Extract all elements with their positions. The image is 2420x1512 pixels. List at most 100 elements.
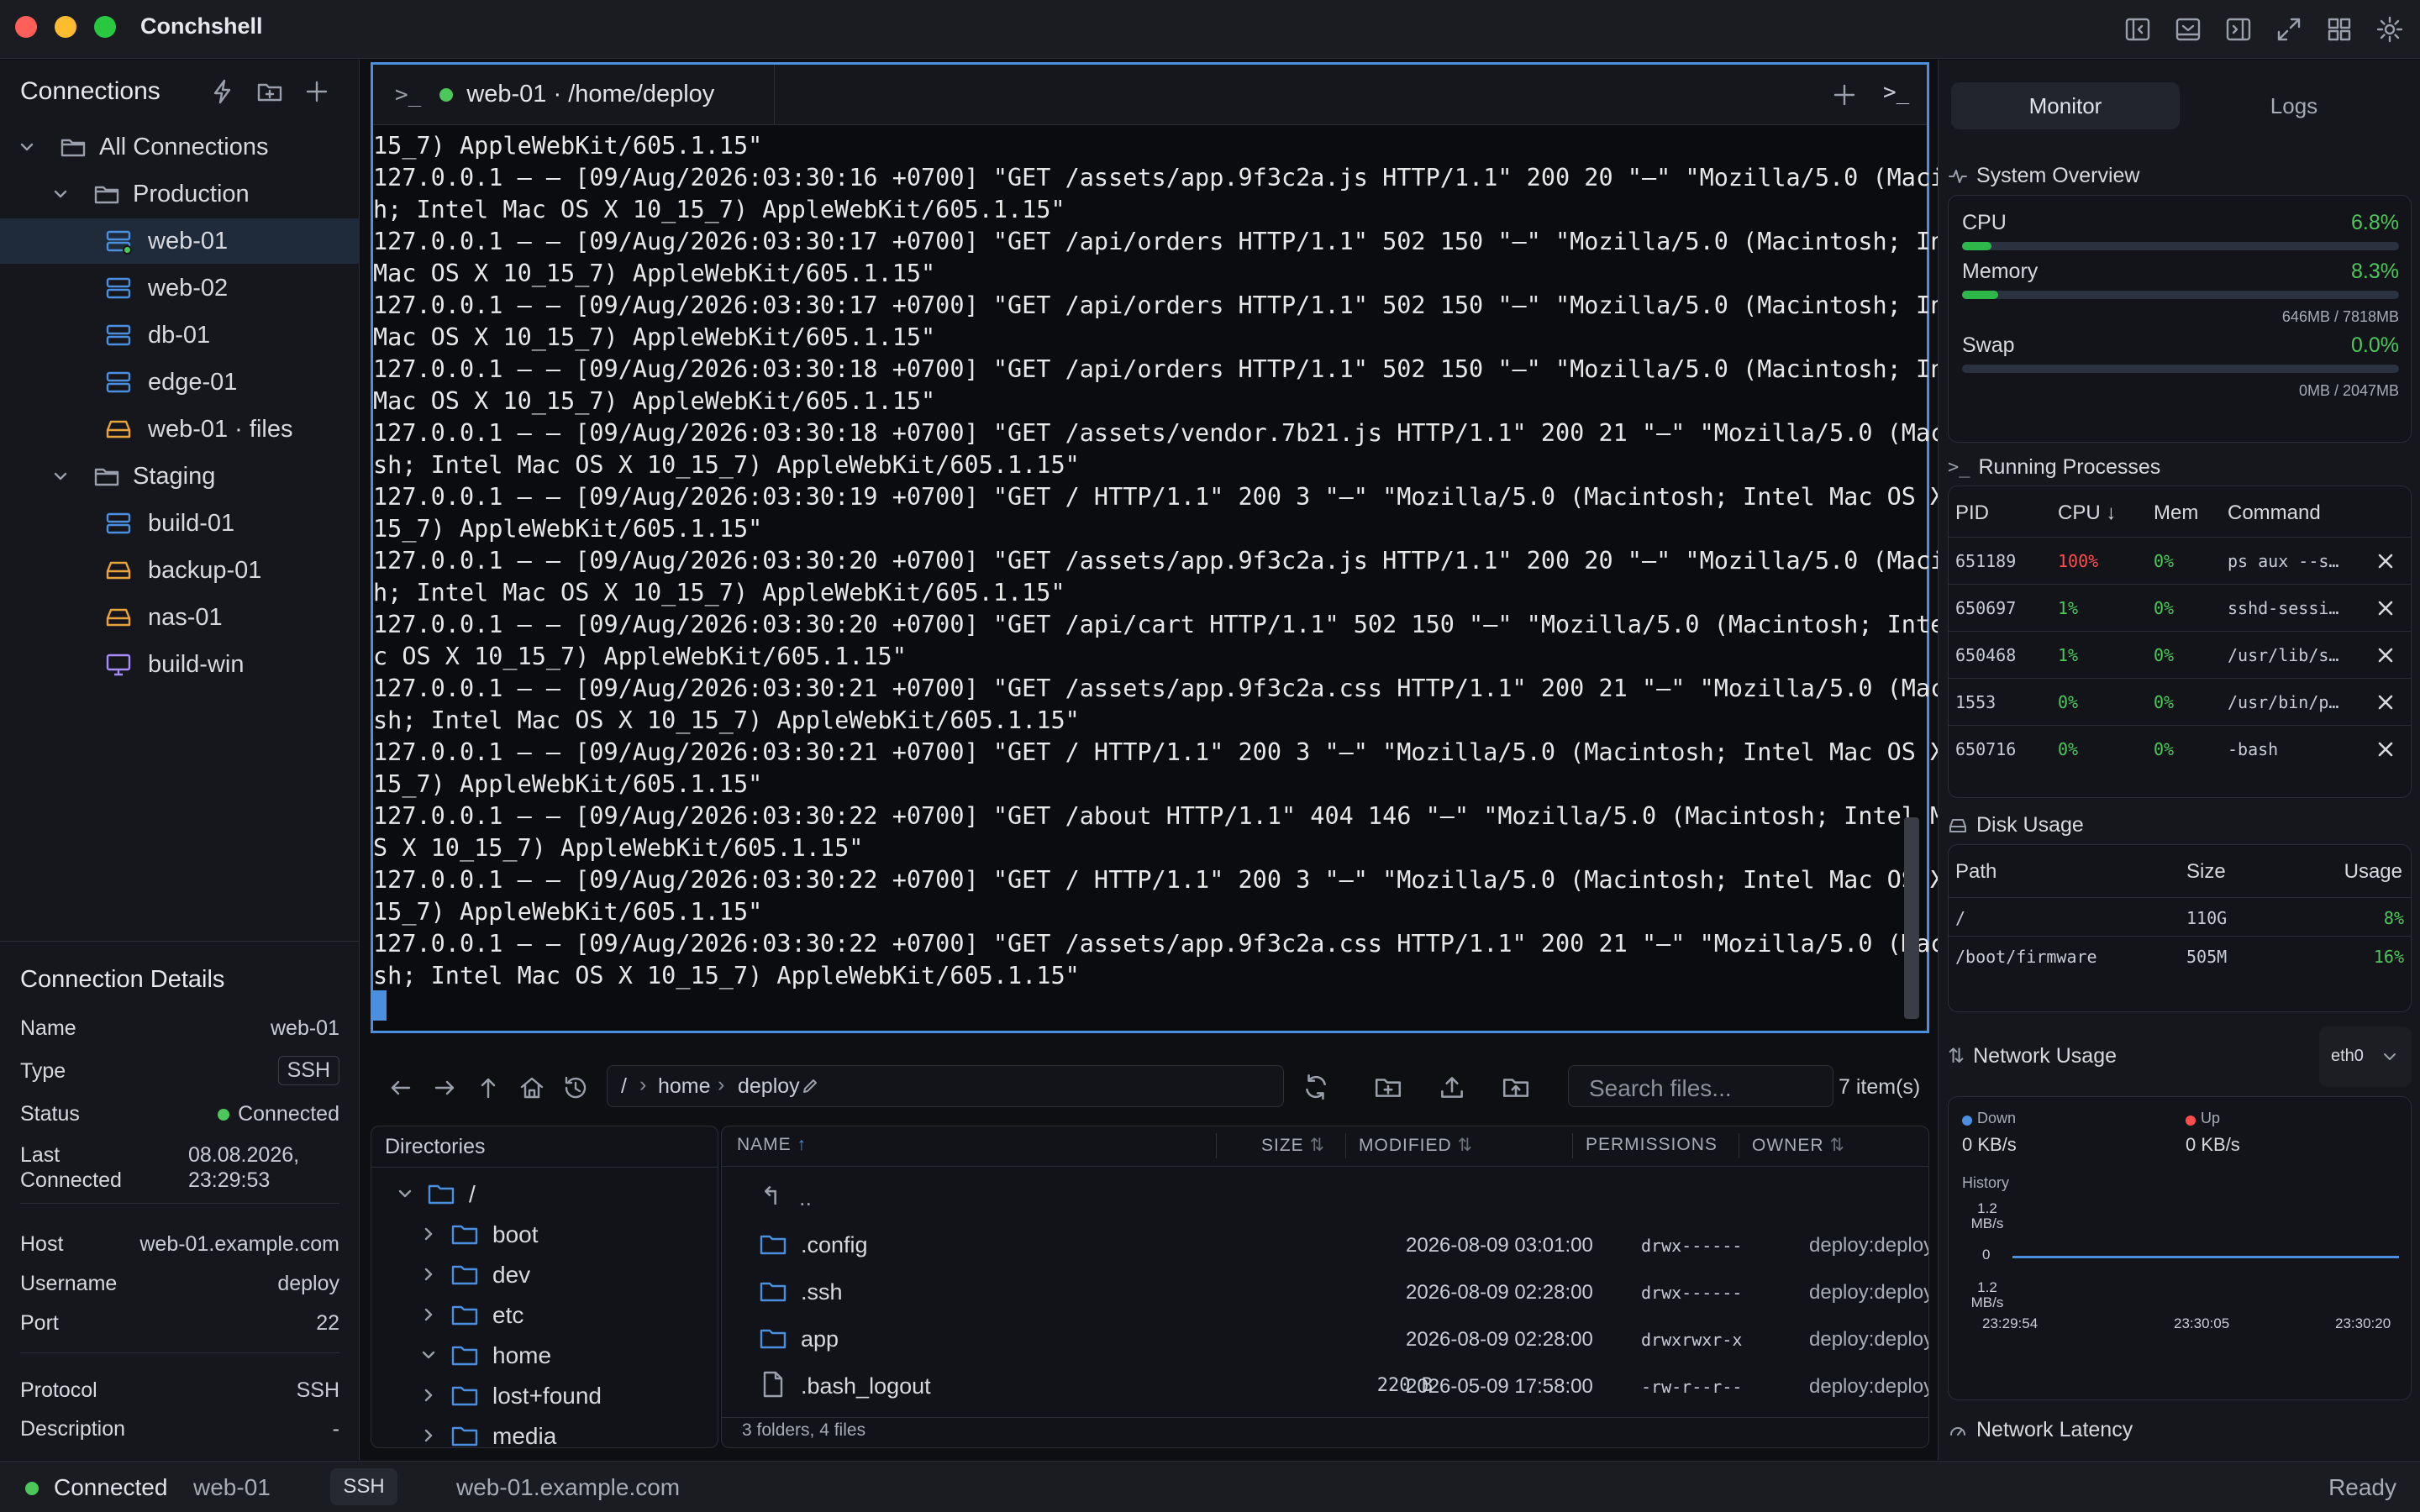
chevron-down-icon[interactable] xyxy=(52,186,69,202)
sidebar-item-web-01[interactable]: web-01 xyxy=(0,218,360,264)
name-header-label: NAME xyxy=(737,1135,792,1154)
sidebar-item-web-02[interactable]: web-02 xyxy=(0,265,360,311)
new-folder-icon[interactable] xyxy=(1373,1072,1403,1102)
upload-folder-icon[interactable] xyxy=(1501,1072,1531,1102)
kill-process-icon[interactable] xyxy=(2375,692,2396,712)
tab-monitor[interactable]: Monitor xyxy=(1951,82,2180,129)
sidebar-item-all-connections[interactable]: All Connections xyxy=(0,124,360,170)
chevron-right-icon[interactable] xyxy=(420,1427,437,1444)
file-row[interactable]: .ssh 2026-08-09 02:28:00 drwx------ deploy:… xyxy=(722,1268,1928,1315)
path-breadcrumb[interactable]: / › home › deploy xyxy=(607,1065,1284,1107)
sidebar-item-web-01-files[interactable]: web-01 · files xyxy=(0,407,360,452)
layout-grid-icon[interactable] xyxy=(2325,15,2354,44)
detail-key: Name xyxy=(20,1016,76,1040)
sidebar-item-build-win[interactable]: build-win xyxy=(0,642,360,687)
dir-item-dev[interactable]: dev xyxy=(371,1254,718,1294)
chevron-right-icon[interactable] xyxy=(420,1306,437,1323)
kill-process-icon[interactable] xyxy=(2375,598,2396,618)
forward-arrow-icon[interactable] xyxy=(430,1074,459,1102)
parent-label: .. xyxy=(799,1185,813,1210)
mem-header[interactable]: Mem xyxy=(2154,501,2198,525)
sidebar-item-staging[interactable]: Staging xyxy=(0,454,360,499)
dir-item-media[interactable]: media xyxy=(371,1415,718,1447)
breadcrumb-home[interactable]: home xyxy=(658,1074,711,1099)
chevron-down-icon[interactable] xyxy=(420,1347,437,1363)
kill-process-icon[interactable] xyxy=(2375,551,2396,571)
transfer-arrows-icon: ⇅ xyxy=(1948,1045,1965,1068)
interface-select[interactable]: eth0 xyxy=(2319,1026,2412,1087)
dir-item-lost-found[interactable]: lost+found xyxy=(371,1375,718,1415)
new-folder-icon[interactable] xyxy=(255,77,284,106)
breadcrumb-separator-icon: › xyxy=(639,1073,647,1096)
terminal-tab[interactable]: >_ web-01 · /home/deploy xyxy=(373,65,775,124)
kill-process-icon[interactable] xyxy=(2375,739,2396,759)
minimize-window-button[interactable] xyxy=(55,16,76,38)
terminal-pane[interactable]: >_ web-01 · /home/deploy >_ 15_7) AppleW… xyxy=(371,62,2002,1033)
chevron-down-icon[interactable] xyxy=(52,468,69,485)
cpu-header[interactable]: CPU ↓ xyxy=(2058,501,2116,525)
zoom-window-button[interactable] xyxy=(94,16,116,38)
down-label: Down xyxy=(1977,1110,2017,1126)
dir-item-etc[interactable]: etc xyxy=(371,1294,718,1335)
terminal-menu-icon[interactable]: >_ xyxy=(1883,80,1909,105)
dir-item-boot[interactable]: boot xyxy=(371,1214,718,1254)
file-row[interactable]: app 2026-08-09 02:28:00 drwxrwxr-x deploy:d… xyxy=(722,1315,1928,1362)
parent-directory-row[interactable]: ↰ .. xyxy=(722,1173,1928,1221)
chevron-right-icon[interactable] xyxy=(420,1226,437,1242)
command-header[interactable]: Command xyxy=(2228,501,2321,525)
chevron-right-icon[interactable] xyxy=(420,1266,437,1283)
process-row[interactable]: 650468 1% 0% /usr/lib/s… xyxy=(1949,631,2411,678)
quick-connect-icon[interactable] xyxy=(208,77,237,106)
chevron-down-icon[interactable] xyxy=(397,1185,413,1202)
fullscreen-icon[interactable] xyxy=(2275,15,2303,44)
file-row[interactable]: .bash_logout 220 B 2026-05-09 17:58:00 -rw-… xyxy=(722,1362,1928,1409)
process-row[interactable]: 650716 0% 0% -bash xyxy=(1949,725,2411,772)
terminal-scrollbar[interactable] xyxy=(1904,817,1919,1019)
chevron-down-icon[interactable] xyxy=(18,139,35,155)
dir-item-home[interactable]: home xyxy=(371,1335,718,1375)
toggle-right-panel-icon[interactable] xyxy=(2224,15,2253,44)
server-icon xyxy=(106,371,131,393)
gear-icon[interactable] xyxy=(2375,15,2404,44)
toggle-bottom-panel-icon[interactable] xyxy=(2174,15,2202,44)
breadcrumb-deploy[interactable]: deploy xyxy=(738,1074,800,1099)
process-row[interactable]: 1553 0% 0% /usr/bin/p… xyxy=(1949,678,2411,725)
sidebar-item-build-01[interactable]: build-01 xyxy=(0,501,360,546)
owner-column-header[interactable]: OWNER ⇅ xyxy=(1752,1135,1845,1156)
sidebar-item-backup-01[interactable]: backup-01 xyxy=(0,548,360,593)
sidebar-item-production[interactable]: Production xyxy=(0,171,360,217)
toggle-left-panel-icon[interactable] xyxy=(2123,15,2152,44)
pid-header[interactable]: PID xyxy=(1955,501,1989,525)
disk-usage-card: Path Size Usage / 110G 8% /boot/firmware 505… xyxy=(1948,844,2412,1012)
sidebar-item-label: Staging xyxy=(133,463,216,490)
file-row[interactable]: .config 2026-08-09 03:01:00 drwx------ depl… xyxy=(722,1221,1928,1268)
edit-path-icon[interactable] xyxy=(801,1077,819,1095)
up-arrow-icon[interactable] xyxy=(474,1074,502,1102)
process-row[interactable]: 651189 100% 0% ps aux --s… xyxy=(1949,537,2411,584)
tab-logs[interactable]: Logs xyxy=(2180,82,2408,129)
search-files-input[interactable]: Search files... xyxy=(1568,1065,1833,1107)
new-terminal-tab-icon[interactable] xyxy=(1831,81,1858,108)
add-connection-icon[interactable] xyxy=(302,77,331,106)
kill-process-icon[interactable] xyxy=(2375,645,2396,665)
terminal-output[interactable]: 15_7) AppleWebKit/605.1.15" 127.0.0.1 — —… xyxy=(373,130,2002,992)
history-icon[interactable] xyxy=(561,1074,590,1102)
modified-column-header[interactable]: MODIFIED ⇅ xyxy=(1359,1135,1473,1156)
sidebar-item-db-01[interactable]: db-01 xyxy=(0,312,360,358)
chevron-right-icon[interactable] xyxy=(420,1387,437,1404)
dir-item-root[interactable]: / xyxy=(371,1173,718,1214)
home-icon[interactable] xyxy=(518,1074,546,1102)
sidebar-item-nas-01[interactable]: nas-01 xyxy=(0,595,360,640)
upload-icon[interactable] xyxy=(1437,1072,1467,1102)
name-column-header[interactable]: NAME ↑ xyxy=(737,1135,807,1155)
process-row[interactable]: 650697 1% 0% sshd-sessi… xyxy=(1949,584,2411,631)
close-window-button[interactable] xyxy=(15,16,37,38)
column-divider xyxy=(1345,1133,1346,1158)
size-column-header[interactable]: SIZE ⇅ xyxy=(1261,1135,1325,1156)
back-arrow-icon[interactable] xyxy=(387,1074,415,1102)
terminal-line: 127.0.0.1 — — [09/Aug/2026:03:30:22 +070… xyxy=(373,930,2002,958)
breadcrumb-root[interactable]: / xyxy=(621,1074,627,1099)
permissions-column-header[interactable]: PERMISSIONS xyxy=(1586,1135,1718,1155)
refresh-icon[interactable] xyxy=(1301,1072,1331,1102)
sidebar-item-edge-01[interactable]: edge-01 xyxy=(0,360,360,405)
